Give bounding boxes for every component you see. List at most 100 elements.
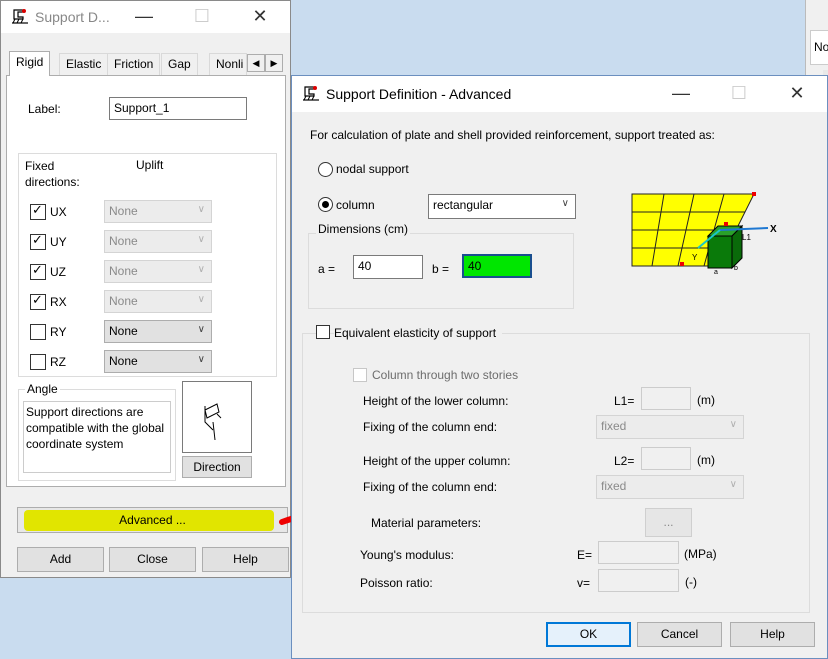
a-label: a =: [318, 262, 336, 276]
direction-checkbox-uz[interactable]: [30, 262, 46, 280]
direction-checkbox-rx[interactable]: [30, 292, 46, 310]
material-params-label: Material parameters:: [371, 516, 482, 530]
advanced-dialog: Support Definition - Advanced — ☐ ✕ For …: [291, 75, 828, 659]
tab-label: Gap: [168, 57, 191, 71]
direction-checkbox-uy[interactable]: [30, 232, 46, 250]
app-icon: [303, 86, 319, 101]
direction-button-label: Direction: [193, 460, 241, 474]
direction-button[interactable]: Direction: [182, 456, 252, 478]
direction-label: RX: [50, 295, 67, 309]
b-input[interactable]: 40: [462, 254, 532, 278]
add-button[interactable]: Add: [17, 547, 104, 572]
tab-label: Elastic: [66, 57, 102, 71]
fixing-lower-select[interactable]: fixed ∨: [596, 415, 744, 439]
b-label: b =: [432, 262, 450, 276]
uplift-value: None: [109, 264, 138, 278]
l1-input[interactable]: [641, 387, 691, 410]
chevron-down-icon: ∨: [197, 324, 205, 335]
uplift-select-ux[interactable]: None ∨: [104, 200, 212, 223]
dimensions-title: Dimensions (cm): [316, 222, 411, 236]
material-params-button-label: ...: [663, 515, 674, 529]
tab-label: Rigid: [16, 55, 44, 69]
close-dialog-button[interactable]: ✕: [774, 78, 820, 110]
minimize-button[interactable]: —: [121, 1, 167, 33]
nodal-support-radio[interactable]: [318, 162, 333, 177]
v-unit: (-): [685, 575, 697, 589]
uplift-select-rx[interactable]: None ∨: [104, 290, 212, 313]
chevron-down-icon: ∨: [197, 204, 205, 215]
help-button-label: Help: [233, 552, 258, 566]
tab-nonlinear[interactable]: Nonli: [209, 53, 247, 75]
direction-label: UX: [50, 205, 67, 219]
dialog-help-button[interactable]: Help: [730, 622, 815, 647]
two-stories-checkbox[interactable]: [353, 368, 367, 382]
diagram-l1-label: L1: [742, 233, 751, 242]
fixing-lower-label: Fixing of the column end:: [363, 420, 498, 434]
uplift-value: None: [109, 234, 138, 248]
l1-unit: (m): [697, 393, 715, 407]
ok-button-label: OK: [579, 627, 598, 641]
tab-scroll-right[interactable]: ▶: [265, 54, 283, 72]
chevron-down-icon: ∨: [729, 479, 737, 490]
close-button[interactable]: Close: [109, 547, 196, 572]
tab-rigid[interactable]: Rigid: [9, 51, 51, 76]
title-bar: Support D... — ☐ ✕: [1, 1, 290, 33]
dialog-title-bar: Support Definition - Advanced — ☐ ✕: [292, 76, 827, 112]
dialog-help-button-label: Help: [760, 627, 785, 641]
uplift-select-ry[interactable]: None ∨: [104, 320, 212, 343]
e-label: E=: [577, 548, 593, 562]
support-direction-icon: [204, 403, 222, 441]
l2-input[interactable]: [641, 447, 691, 470]
column-radio[interactable]: [318, 197, 333, 212]
fixed-directions-header: Fixed directions:: [25, 159, 80, 189]
direction-checkbox-ux[interactable]: [30, 202, 46, 220]
uplift-value: None: [109, 354, 138, 368]
help-button[interactable]: Help: [202, 547, 289, 572]
poisson-label: Poisson ratio:: [360, 576, 433, 590]
tab-gap[interactable]: Gap: [161, 53, 198, 75]
uplift-select-uy[interactable]: None ∨: [104, 230, 212, 253]
a-input[interactable]: 40: [353, 255, 423, 279]
uplift-value: None: [109, 294, 138, 308]
material-params-button[interactable]: ...: [645, 508, 692, 537]
cancel-button[interactable]: Cancel: [637, 622, 722, 647]
advanced-button[interactable]: Advanced ...: [17, 507, 288, 533]
minimize-button[interactable]: —: [658, 78, 704, 110]
nodal-support-label: nodal support: [336, 162, 409, 176]
chevron-down-icon: ∨: [561, 198, 569, 209]
diagram-y-label: Y: [692, 253, 698, 262]
uplift-select-uz[interactable]: None ∨: [104, 260, 212, 283]
label-input[interactable]: Support_1: [109, 97, 247, 120]
diagram-b-label: b: [734, 265, 738, 272]
uplift-value: None: [109, 204, 138, 218]
e-input[interactable]: [598, 541, 679, 564]
column-diagram: X Y L1 a b: [631, 192, 777, 276]
maximize-button[interactable]: ☐: [179, 1, 225, 33]
maximize-button[interactable]: ☐: [716, 78, 762, 110]
close-button-label: Close: [137, 552, 168, 566]
tab-elastic[interactable]: Elastic: [59, 53, 109, 75]
tab-scroll-left[interactable]: ◀: [247, 54, 265, 72]
fixing-upper-select[interactable]: fixed ∨: [596, 475, 744, 499]
column-shape-value: rectangular: [433, 198, 494, 212]
l2-unit: (m): [697, 453, 715, 467]
direction-checkbox-rz[interactable]: [30, 354, 46, 370]
direction-checkbox-ry[interactable]: [30, 324, 46, 340]
v-label: v=: [577, 576, 591, 590]
angle-description: Support directions are compatible with t…: [23, 401, 171, 473]
column-shape-select[interactable]: rectangular ∨: [428, 194, 576, 219]
diagram-x-label: X: [770, 224, 777, 235]
window-title: Support D...: [35, 9, 110, 25]
chevron-down-icon: ∨: [197, 354, 205, 365]
direction-label: RY: [50, 325, 67, 339]
close-window-button[interactable]: ✕: [237, 1, 283, 33]
v-input[interactable]: [598, 569, 679, 592]
angle-title: Angle: [25, 382, 60, 396]
diagram-a-label: a: [714, 269, 718, 276]
uplift-select-rz[interactable]: None ∨: [104, 350, 212, 373]
equivalent-elasticity-checkbox[interactable]: [316, 325, 330, 339]
tab-friction[interactable]: Friction: [107, 53, 161, 75]
ok-button[interactable]: OK: [546, 622, 631, 647]
fixing-lower-value: fixed: [601, 419, 627, 433]
lower-height-label: Height of the lower column:: [363, 394, 509, 408]
